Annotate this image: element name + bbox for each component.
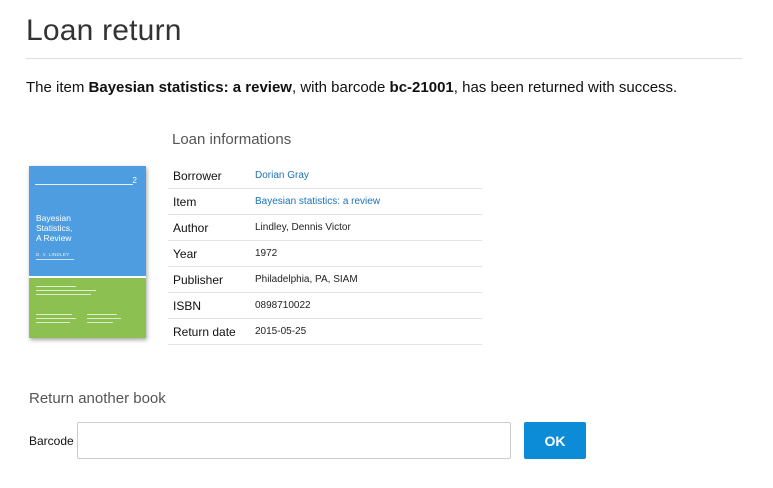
borrower-link[interactable]: Dorian Gray [255,170,309,181]
loan-info-rows: Borrower Dorian Gray Item Bayesian stati… [168,163,482,345]
item-value: Bayesian statistics: a review [250,188,482,215]
publisher-label: Publisher [168,266,250,293]
author-value: Lindley, Dennis Victor [250,214,482,241]
cover-decoration [87,314,117,315]
cover-rule [35,184,133,185]
title-divider [26,58,742,59]
cover-decoration [87,322,113,323]
cover-decoration [36,314,72,315]
success-message: The item Bayesian statistics: a review, … [26,79,677,96]
info-row-isbn: ISBN 0898710022 [168,292,482,319]
cover-author: D. V. LINDLEY [36,252,70,257]
cover-title-line: Bayesian [36,213,71,223]
cover-decoration [36,322,70,323]
info-row-author: Author Lindley, Dennis Victor [168,214,482,241]
barcode-input[interactable] [77,422,511,459]
item-link[interactable]: Bayesian statistics: a review [255,196,380,207]
isbn-value: 0898710022 [250,292,482,319]
message-item-title: Bayesian statistics: a review [88,79,292,96]
page-title: Loan return [26,14,182,47]
loan-info-heading: Loan informations [172,131,292,148]
year-label: Year [168,240,250,267]
year-value: 1972 [250,240,482,267]
return-date-label: Return date [168,318,250,345]
barcode-label: Barcode [29,434,74,448]
message-middle: , with barcode [291,79,390,96]
cover-title-line: Statistics, [36,223,73,233]
cover-decoration [87,318,121,319]
message-suffix: , has been returned with success. [453,79,678,96]
loan-info-table: Borrower Dorian Gray Item Bayesian stati… [168,163,482,345]
cover-decoration [36,286,76,287]
book-cover-image: 2 Bayesian Statistics, A Review D. V. LI… [29,166,146,338]
cover-title-line: A Review [36,233,72,243]
info-row-year: Year 1972 [168,240,482,267]
cover-bottom-panel [29,278,146,338]
cover-title: Bayesian Statistics, A Review [36,213,136,243]
cover-decoration [36,290,96,291]
cover-number: 2 [132,176,137,185]
isbn-label: ISBN [168,292,250,319]
publisher-value: Philadelphia, PA, SIAM [250,266,482,293]
return-another-heading: Return another book [29,390,166,407]
author-label: Author [168,214,250,241]
cover-decoration [36,318,76,319]
message-prefix: The item [26,79,89,96]
info-row-return-date: Return date 2015-05-25 [168,318,482,345]
message-barcode: bc-21001 [389,79,454,96]
item-label: Item [168,188,250,215]
cover-decoration [36,294,91,295]
ok-button[interactable]: OK [524,422,586,459]
info-row-publisher: Publisher Philadelphia, PA, SIAM [168,266,482,293]
info-row-borrower: Borrower Dorian Gray [168,163,482,189]
borrower-label: Borrower [168,163,250,189]
return-date-value: 2015-05-25 [250,318,482,345]
borrower-value: Dorian Gray [250,163,482,189]
cover-decoration [36,259,74,260]
info-row-item: Item Bayesian statistics: a review [168,188,482,215]
